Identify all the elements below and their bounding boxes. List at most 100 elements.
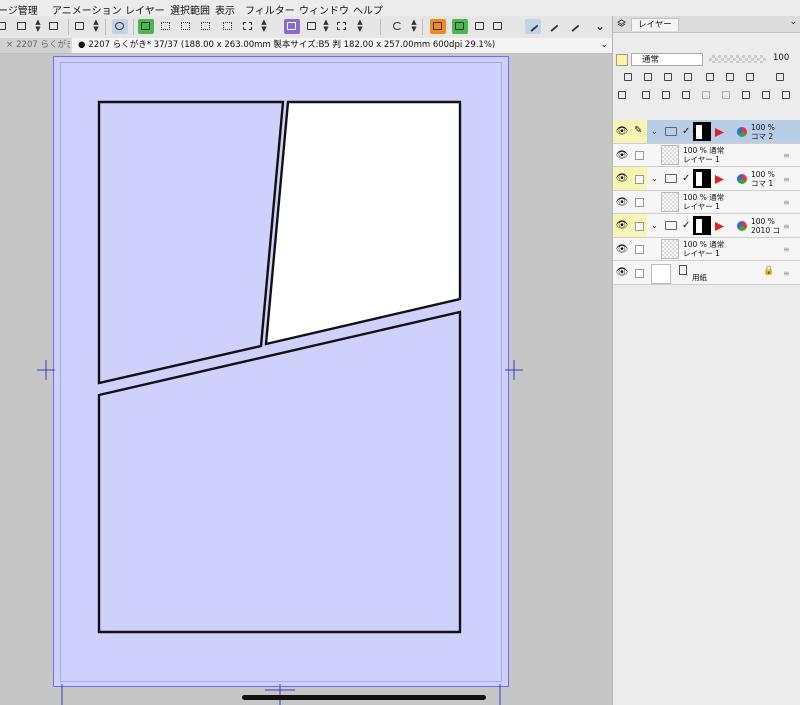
scan-icon[interactable] — [14, 19, 30, 34]
drag-handle-icon[interactable]: ≡ — [783, 222, 790, 231]
layer-row-folder[interactable]: 👁 ⌄ ✓ 100 % 2010 コ ≡ — [613, 214, 800, 238]
export-icon[interactable] — [452, 19, 468, 34]
tab-inactive[interactable]: × 2207 らくがき — [0, 38, 70, 53]
close-icon[interactable]: × — [6, 40, 13, 50]
target-icon[interactable] — [112, 19, 128, 34]
check-icon[interactable]: ✓ — [682, 126, 690, 137]
pen-icon[interactable] — [545, 19, 561, 34]
check-icon[interactable]: ✓ — [682, 220, 690, 231]
import-icon[interactable] — [430, 19, 446, 34]
drag-handle-icon[interactable]: ≡ — [783, 198, 790, 207]
lock-checkbox[interactable] — [631, 214, 647, 237]
layer-row-folder[interactable]: 👁 ⌄ ✓ 100 % コマ 1 ≡ — [613, 167, 800, 191]
ruler-icon[interactable] — [725, 72, 735, 82]
layer-row-folder[interactable]: 👁 ✎ ⌄ ✓ 100 % コマ 2 — [613, 120, 800, 144]
chevron-down-icon[interactable]: ⌄ — [651, 221, 658, 230]
new-raster-icon[interactable] — [617, 90, 627, 100]
opacity-value[interactable]: 100 — [773, 53, 789, 63]
marquee-icon[interactable] — [240, 19, 256, 34]
menu-window[interactable]: ウィンドウ — [299, 2, 349, 17]
eye-icon[interactable]: 👁 — [613, 214, 631, 237]
layer-row-raster[interactable]: 👁 100 % 通常 レイヤー 1 ≡ — [613, 191, 800, 214]
menu-animation[interactable]: アニメーション — [52, 2, 122, 17]
transparency-icon[interactable] — [198, 19, 214, 34]
stepper-icon[interactable]: ▲ ▼ — [322, 19, 330, 34]
mask-icon[interactable] — [741, 90, 751, 100]
eye-icon[interactable]: 👁 — [613, 144, 631, 166]
eye-icon[interactable]: 👁 — [613, 238, 631, 260]
transparency-icon[interactable] — [178, 19, 194, 34]
stepper-icon[interactable]: ▲ ▼ — [410, 19, 418, 34]
eye-icon[interactable]: 👁 — [613, 191, 631, 213]
chevron-down-icon[interactable]: ⌄ — [651, 174, 658, 183]
lock-checkbox[interactable] — [631, 167, 647, 190]
drag-handle-icon[interactable]: ≡ — [783, 269, 790, 278]
layer-color-swatch[interactable] — [616, 54, 628, 66]
menu-help[interactable]: ヘルプ — [353, 2, 383, 17]
layer-row-paper[interactable]: 👁 用紙 🔒 ≡ — [613, 261, 800, 285]
scan-icon[interactable] — [490, 19, 506, 34]
check-icon[interactable]: ✓ — [682, 173, 690, 184]
stepper-icon[interactable]: ▲ ▼ — [34, 19, 42, 34]
eye-icon[interactable]: 👁 — [613, 167, 631, 190]
lock-checkbox[interactable] — [631, 144, 647, 166]
lock-icon[interactable]: 🔒 — [763, 266, 774, 276]
pen-icon[interactable] — [566, 19, 582, 34]
mask-icon[interactable] — [705, 72, 715, 82]
chevron-down-icon[interactable]: ⌄ — [592, 19, 608, 34]
chevron-down-icon[interactable]: ⌄ — [789, 17, 797, 27]
stepper-icon[interactable]: ▲ ▼ — [260, 19, 268, 34]
magic-icon[interactable] — [284, 19, 300, 34]
opacity-slider[interactable] — [709, 55, 766, 63]
eye-icon[interactable]: 👁 — [613, 120, 631, 143]
save-icon[interactable] — [0, 19, 10, 34]
menu-filter[interactable]: フィルター — [245, 2, 295, 17]
ref-icon[interactable] — [643, 72, 653, 82]
new-folder-icon[interactable] — [681, 90, 691, 100]
film-icon[interactable] — [472, 19, 488, 34]
stepper-icon[interactable]: ▲ ▼ — [356, 19, 364, 34]
clip-icon[interactable] — [623, 72, 633, 82]
tab-layer[interactable]: レイヤー — [631, 18, 679, 31]
layer-row-raster[interactable]: 👁 100 % 通常 レイヤー 1 ≡ — [613, 238, 800, 261]
pen-icon[interactable] — [525, 19, 541, 34]
new-mask-icon[interactable] — [661, 90, 671, 100]
chevron-down-icon[interactable]: ⌄ — [651, 127, 658, 136]
merge-down-icon[interactable] — [761, 90, 771, 100]
eye-icon[interactable]: 👁 — [613, 261, 631, 284]
menu-view[interactable]: 表示 — [215, 2, 235, 17]
grid-icon[interactable] — [220, 19, 236, 34]
lock-icon[interactable] — [683, 72, 693, 82]
lock-checkbox[interactable] — [631, 238, 647, 260]
clipboard-icon[interactable] — [304, 19, 320, 34]
blend-mode-select[interactable]: 通常 — [631, 53, 703, 66]
drag-handle-icon[interactable]: ≡ — [783, 175, 790, 184]
color-icon[interactable] — [775, 72, 785, 82]
menu-page-management[interactable]: ージ管理 — [0, 2, 38, 17]
undo-icon[interactable] — [390, 19, 406, 34]
lock-transparent-icon[interactable] — [663, 72, 673, 82]
menu-selection[interactable]: 選択範囲 — [170, 2, 210, 17]
transparency-icon[interactable] — [158, 19, 174, 34]
transfer-icon[interactable] — [701, 90, 711, 100]
drag-handle-icon[interactable]: ≡ — [783, 151, 790, 160]
pen-icon[interactable]: ✎ — [631, 120, 647, 143]
merge-icon[interactable] — [721, 90, 731, 100]
select-layer-icon[interactable] — [138, 19, 154, 34]
new-vector-icon[interactable] — [641, 90, 651, 100]
stepper-icon[interactable]: ▲ ▼ — [92, 19, 100, 34]
layer-row-raster[interactable]: 👁 100 % 通常 レイヤー 1 ≡ — [613, 144, 800, 167]
drag-handle-icon[interactable]: ≡ — [783, 245, 790, 254]
transform-icon[interactable] — [334, 19, 350, 34]
canvas-area[interactable] — [0, 54, 612, 705]
lock-checkbox[interactable] — [631, 261, 647, 284]
ruler-icon[interactable] — [745, 72, 755, 82]
fit-icon[interactable] — [46, 19, 62, 34]
trash-icon[interactable] — [781, 90, 791, 100]
menu-layer[interactable]: レイヤー — [125, 2, 165, 17]
chevron-down-icon[interactable]: ⌄ — [600, 38, 608, 53]
comic-frames[interactable] — [0, 54, 612, 705]
tab-active[interactable]: ● 2207 らくがき* 37/37 (188.00 x 263.00mm 製本サ… — [72, 38, 612, 53]
copy-icon[interactable] — [72, 19, 88, 34]
lock-checkbox[interactable] — [631, 191, 647, 213]
